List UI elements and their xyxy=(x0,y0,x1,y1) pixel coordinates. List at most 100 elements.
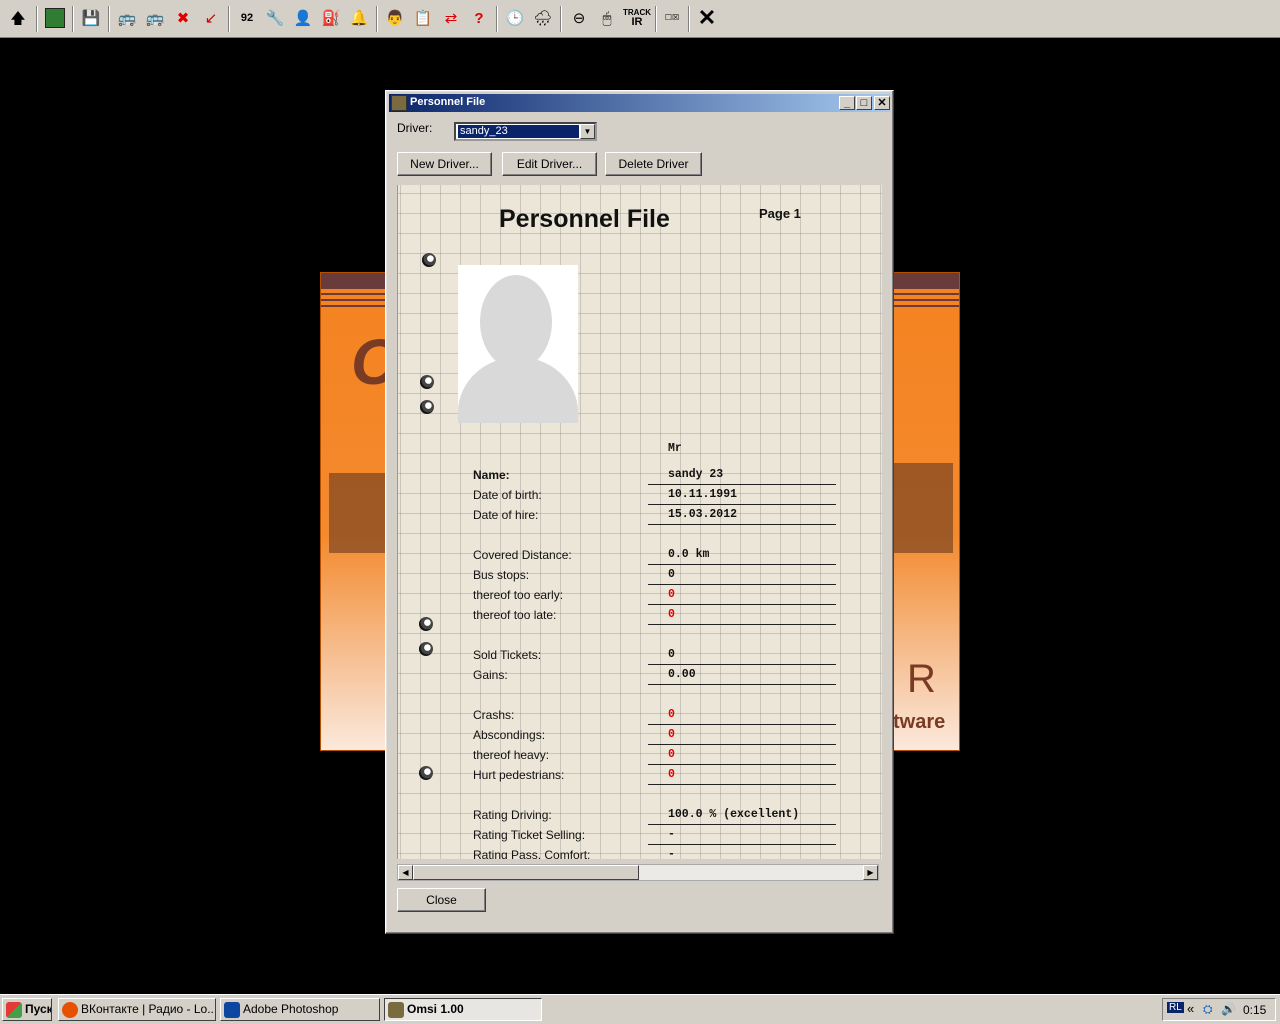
toolbar-separator xyxy=(228,6,230,32)
toolbar-separator xyxy=(72,6,74,32)
field-underline xyxy=(648,624,836,625)
toolbar-separator xyxy=(496,6,498,32)
windows-logo-icon xyxy=(6,1002,22,1018)
personnel-file-dialog: Personnel File _ □ ✕ Driver: sandy_23 ▼ … xyxy=(385,90,894,934)
clock-time: 0:15 xyxy=(1243,1003,1267,1017)
help-icon[interactable]: ? xyxy=(467,6,491,30)
new-bus-icon[interactable]: 🚌 xyxy=(115,6,139,30)
weather-icon[interactable]: 🌧 xyxy=(531,6,555,30)
swap-icon[interactable]: ⇄ xyxy=(439,6,463,30)
passenger-icon[interactable]: 👤 xyxy=(291,6,315,30)
field-value: 0.0 km xyxy=(668,548,710,561)
bus-icon[interactable]: 🚌 xyxy=(143,6,167,30)
field-underline xyxy=(648,484,836,485)
field-value: 100.0 % (excellent) xyxy=(668,808,800,821)
field-label: Rating Driving: xyxy=(473,808,552,822)
taskbar: Пуск ВКонтакте | Радио - Lo... Adobe Pho… xyxy=(0,994,1280,1024)
delete-driver-button[interactable]: Delete Driver xyxy=(605,152,702,176)
network-icon[interactable]: ⛭ xyxy=(1203,1002,1213,1017)
clock-icon[interactable]: 🕒 xyxy=(503,6,527,30)
toolbar-separator xyxy=(376,6,378,32)
edit-driver-button[interactable]: Edit Driver... xyxy=(502,152,597,176)
personnel-paper: Personnel File Page 1 Mr Name: sandy 23 Da… xyxy=(397,185,882,859)
start-label: Пуск xyxy=(25,1002,52,1016)
main-toolbar: 🡅 💾 🚌 🚌 ✖ ↙ 92 🔧 👤 ⛽ 🔔 👨 📋 ⇄ ? 🕒 🌧 ⊖ 🖱 T… xyxy=(0,0,1280,38)
splash-software-label: tware xyxy=(893,711,946,733)
field-label: Gains: xyxy=(473,668,508,682)
scrollbar-thumb[interactable] xyxy=(413,865,639,880)
pointer-icon[interactable]: ↙ xyxy=(199,6,223,30)
task-vkontakte[interactable]: ВКонтакте | Радио - Lo... xyxy=(58,998,216,1021)
field-underline xyxy=(648,604,836,605)
field-underline xyxy=(648,504,836,505)
driver-icon[interactable]: 👨 xyxy=(383,6,407,30)
field-value: 0.00 xyxy=(668,668,696,681)
close-button[interactable]: Close xyxy=(397,888,486,912)
scroll-right-icon[interactable]: ▶ xyxy=(863,865,878,880)
binder-ring-icon xyxy=(419,642,433,656)
minimize-button[interactable]: _ xyxy=(839,96,855,110)
save-icon[interactable]: 💾 xyxy=(79,6,103,30)
volume-icon[interactable]: 🔊 xyxy=(1221,1002,1236,1016)
splash-bus xyxy=(893,463,953,553)
field-value: 0 xyxy=(668,728,675,741)
field-underline xyxy=(648,824,836,825)
driver-photo-placeholder xyxy=(458,265,578,423)
arrow-up-icon[interactable]: 🡅 xyxy=(6,6,30,30)
track-ir-bottom-label: IR xyxy=(631,15,643,28)
close-x-icon[interactable]: ✕ xyxy=(695,6,719,30)
avatar-head xyxy=(480,275,552,369)
task-label: Adobe Photoshop xyxy=(243,1002,339,1016)
close-window-button[interactable]: ✕ xyxy=(874,96,890,110)
tray-expand-chevron-icon[interactable]: « xyxy=(1187,1001,1194,1016)
field-underline xyxy=(648,664,836,665)
scroll-left-icon[interactable]: ◀ xyxy=(398,865,413,880)
field-value: 0 xyxy=(668,608,675,621)
task-label: ВКонтакте | Радио - Lo... xyxy=(81,1002,216,1016)
track-ir-icon[interactable]: TRACK IR xyxy=(623,6,651,30)
field-label: Hurt pedestrians: xyxy=(473,768,565,782)
field-value: 0 xyxy=(668,708,675,721)
options-icon[interactable]: ☐☒ xyxy=(660,6,684,30)
field-label: thereof too early: xyxy=(473,588,564,602)
line-number-icon[interactable]: 92 xyxy=(235,6,259,30)
mouse-icon[interactable]: 🖱 xyxy=(595,6,619,30)
driver-select-value: sandy_23 xyxy=(458,125,579,138)
bus-remove-icon[interactable]: ✖ xyxy=(171,6,195,30)
task-omsi[interactable]: Omsi 1.00 xyxy=(384,998,542,1021)
toolbar-separator xyxy=(655,6,657,32)
field-label: Rating Pass. Comfort: xyxy=(473,848,591,859)
dialog-titlebar[interactable]: Personnel File _ □ ✕ xyxy=(389,94,890,112)
field-value: 0 xyxy=(668,748,675,761)
new-driver-button[interactable]: New Driver... xyxy=(397,152,492,176)
field-label: Sold Tickets: xyxy=(473,648,542,662)
field-underline xyxy=(648,684,836,685)
field-value: 0 xyxy=(668,568,675,581)
field-label: Name: xyxy=(473,468,510,482)
field-value: 0 xyxy=(668,768,675,781)
task-photoshop[interactable]: Adobe Photoshop xyxy=(220,998,380,1021)
timetable-icon[interactable]: 📋 xyxy=(411,6,435,30)
bell-icon[interactable]: 🔔 xyxy=(347,6,371,30)
toolbar-separator xyxy=(108,6,110,32)
field-value: 0 xyxy=(668,648,675,661)
salutation: Mr xyxy=(668,442,682,455)
language-indicator[interactable]: RL xyxy=(1167,1002,1184,1013)
splash-bus xyxy=(329,473,385,553)
field-value: - xyxy=(668,828,675,841)
paper-title: Personnel File xyxy=(499,205,670,233)
start-button[interactable]: Пуск xyxy=(2,998,52,1021)
tools-icon[interactable]: 🔧 xyxy=(263,6,287,30)
view-icon[interactable]: ⊖ xyxy=(567,6,591,30)
maximize-button[interactable]: □ xyxy=(856,96,872,110)
horizontal-scrollbar[interactable]: ◀ ▶ xyxy=(397,864,879,881)
chevron-down-icon[interactable]: ▼ xyxy=(580,124,595,139)
field-underline xyxy=(648,784,836,785)
field-label: thereof heavy: xyxy=(473,748,550,762)
fuel-icon[interactable]: ⛽ xyxy=(319,6,343,30)
photoshop-icon xyxy=(224,1002,240,1018)
map-icon[interactable] xyxy=(43,6,67,30)
avatar-body xyxy=(458,357,578,423)
driver-select[interactable]: sandy_23 ▼ xyxy=(454,122,597,141)
field-underline xyxy=(648,764,836,765)
